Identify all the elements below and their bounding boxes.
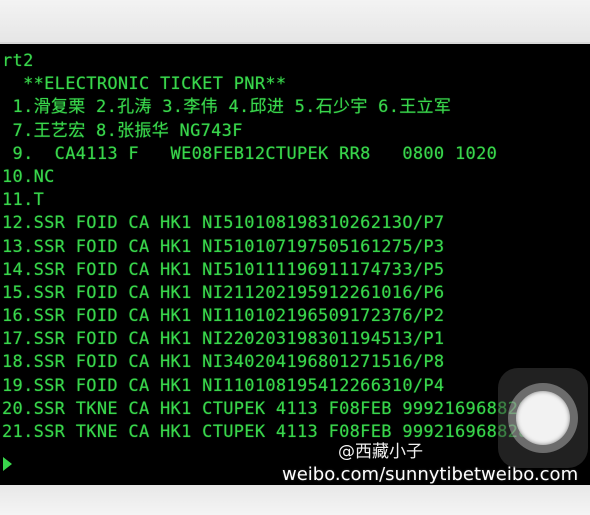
terminal-line: 15.SSR FOID CA HK1 NI211202195912261016/…: [2, 282, 445, 303]
terminal-line: **ELECTRONIC TICKET PNR**: [2, 74, 287, 95]
terminal-line: 10.NC: [2, 166, 55, 187]
terminal-line: 16.SSR FOID CA HK1 NI110102196509172376/…: [2, 306, 445, 327]
assistive-touch-ring: [508, 383, 578, 453]
assistive-touch-button[interactable]: [498, 368, 588, 468]
terminal-line: 12.SSR FOID CA HK1 NI51010819831026213O/…: [2, 213, 445, 234]
terminal-line: 11.T: [2, 190, 45, 211]
top-bezel: [0, 0, 590, 42]
terminal-line: rt2: [2, 51, 34, 71]
watermark-handle: @西藏小子: [338, 442, 423, 462]
terminal-line: 9. CA4113 F WE08FEB12CTUPEK RR8 0800 102…: [2, 143, 498, 164]
terminal-line: 1.滑复栗 2.孔涛 3.李伟 4.邱进 5.石少宇 6.王立军: [2, 97, 452, 118]
terminal-line: 14.SSR FOID CA HK1 NI510111196911174733/…: [2, 259, 445, 280]
cursor-arrow-icon: [3, 457, 12, 471]
bottom-bezel: [0, 485, 590, 515]
terminal-line: 7.王艺宏 8.张振华 NG743F: [2, 120, 243, 141]
terminal-line: 17.SSR FOID CA HK1 NI220203198301194513/…: [2, 329, 445, 350]
assistive-touch-icon: [516, 391, 570, 445]
terminal-line: 13.SSR FOID CA HK1 NI510107197505161275/…: [2, 236, 445, 257]
terminal-line: 18.SSR FOID CA HK1 NI340204196801271516/…: [2, 352, 445, 373]
